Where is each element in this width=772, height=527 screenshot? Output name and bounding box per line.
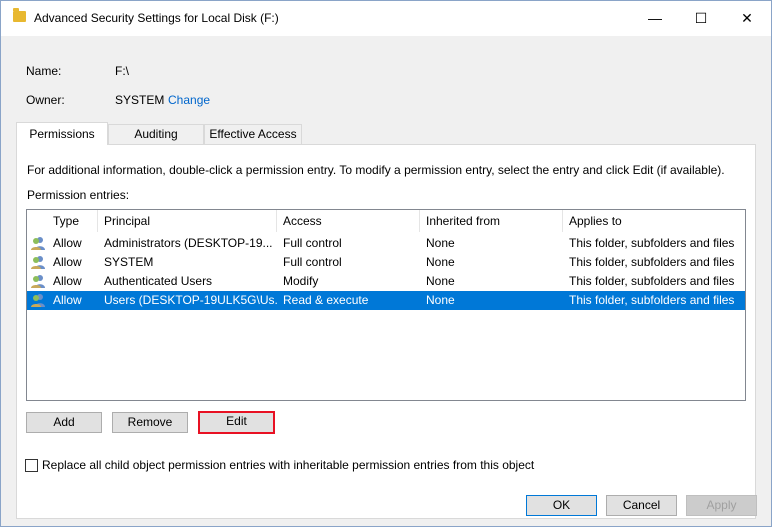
minimize-button[interactable]: — bbox=[632, 1, 678, 36]
users-icon bbox=[31, 256, 45, 269]
window-title: Advanced Security Settings for Local Dis… bbox=[34, 11, 279, 25]
change-owner-link[interactable]: Change bbox=[168, 93, 210, 107]
table-row[interactable]: Allow Authenticated Users Modify None Th… bbox=[27, 272, 745, 291]
row-inherited-from: None bbox=[426, 293, 455, 307]
dialog-window: Advanced Security Settings for Local Dis… bbox=[0, 0, 772, 527]
list-header: Type Principal Access Inherited from App… bbox=[27, 210, 745, 232]
column-header-access[interactable]: Access bbox=[277, 210, 420, 232]
replace-child-permissions-label: Replace all child object permission entr… bbox=[42, 458, 535, 472]
table-row[interactable]: Allow SYSTEM Full control None This fold… bbox=[27, 253, 745, 272]
apply-button[interactable]: Apply bbox=[686, 495, 757, 516]
title-bar: Advanced Security Settings for Local Dis… bbox=[1, 1, 771, 36]
row-access: Full control bbox=[283, 236, 342, 250]
row-applies-to: This folder, subfolders and files bbox=[569, 236, 735, 250]
table-row-selected[interactable]: Allow Users (DESKTOP-19ULK5G\Us... Read … bbox=[27, 291, 745, 310]
row-access: Modify bbox=[283, 274, 319, 288]
dialog-content: Name: F:\ Owner: SYSTEM Change Permissio… bbox=[1, 36, 771, 526]
folder-icon bbox=[13, 8, 26, 22]
row-applies-to: This folder, subfolders and files bbox=[569, 255, 735, 269]
remove-button[interactable]: Remove bbox=[112, 412, 188, 433]
row-applies-to: This folder, subfolders and files bbox=[569, 293, 735, 307]
column-header-principal[interactable]: Principal bbox=[98, 210, 277, 232]
row-type: Allow bbox=[53, 293, 82, 307]
cancel-button[interactable]: Cancel bbox=[606, 495, 677, 516]
row-principal: Administrators (DESKTOP-19... bbox=[104, 236, 273, 250]
row-type: Allow bbox=[53, 236, 82, 250]
tab-effective-access[interactable]: Effective Access bbox=[204, 124, 302, 144]
name-value: F:\ bbox=[115, 64, 129, 78]
row-inherited-from: None bbox=[426, 274, 455, 288]
row-type: Allow bbox=[53, 274, 82, 288]
column-header-applies-to[interactable]: Applies to bbox=[563, 210, 745, 232]
close-button[interactable]: ✕ bbox=[724, 1, 770, 36]
permission-entries-label: Permission entries: bbox=[27, 188, 130, 202]
add-button[interactable]: Add bbox=[26, 412, 102, 433]
row-applies-to: This folder, subfolders and files bbox=[569, 274, 735, 288]
owner-value: SYSTEM bbox=[115, 93, 165, 107]
owner-label: Owner: bbox=[26, 93, 65, 107]
maximize-button[interactable]: ☐ bbox=[678, 1, 724, 36]
ok-button[interactable]: OK bbox=[526, 495, 597, 516]
tab-auditing[interactable]: Auditing bbox=[108, 124, 204, 144]
row-inherited-from: None bbox=[426, 236, 455, 250]
column-header-inherited-from[interactable]: Inherited from bbox=[420, 210, 563, 232]
row-principal: Users (DESKTOP-19ULK5G\Us... bbox=[104, 293, 277, 307]
column-header-type[interactable]: Type bbox=[47, 210, 98, 232]
row-type: Allow bbox=[53, 255, 82, 269]
row-principal: SYSTEM bbox=[104, 255, 154, 269]
users-icon bbox=[31, 294, 45, 307]
permission-entries-list[interactable]: Type Principal Access Inherited from App… bbox=[26, 209, 746, 401]
table-row[interactable]: Allow Administrators (DESKTOP-19... Full… bbox=[27, 234, 745, 253]
edit-button[interactable]: Edit bbox=[198, 411, 275, 434]
tab-permissions[interactable]: Permissions bbox=[16, 122, 108, 145]
permissions-info-text: For additional information, double-click… bbox=[27, 163, 725, 177]
users-icon bbox=[31, 237, 45, 250]
row-access: Full control bbox=[283, 255, 342, 269]
name-label: Name: bbox=[26, 64, 62, 78]
row-access: Read & execute bbox=[283, 293, 369, 307]
row-principal: Authenticated Users bbox=[104, 274, 213, 288]
replace-child-permissions-checkbox[interactable] bbox=[25, 459, 38, 472]
users-icon bbox=[31, 275, 45, 288]
row-inherited-from: None bbox=[426, 255, 455, 269]
